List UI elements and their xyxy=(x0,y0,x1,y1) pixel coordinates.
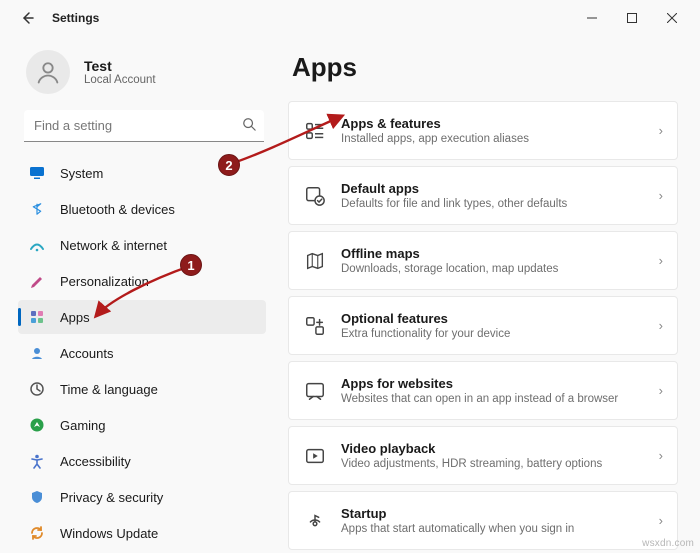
window-title: Settings xyxy=(52,11,99,25)
sidebar-item-label: Accounts xyxy=(60,346,113,361)
sidebar-item-label: Apps xyxy=(60,310,90,325)
sidebar-item-label: Windows Update xyxy=(60,526,158,541)
sidebar: Test Local Account System Bluetooth & de… xyxy=(0,36,282,553)
sidebar-item-label: Personalization xyxy=(60,274,149,289)
network-icon xyxy=(28,236,46,254)
minimize-icon xyxy=(587,13,597,23)
card-subtitle: Apps that start automatically when you s… xyxy=(341,523,645,535)
user-texts: Test Local Account xyxy=(84,58,156,86)
card-apps-for-websites[interactable]: Apps for websites Websites that can open… xyxy=(288,361,678,420)
card-title: Apps & features xyxy=(341,116,645,131)
close-button[interactable] xyxy=(652,4,692,32)
apps-websites-icon xyxy=(303,379,327,403)
window-controls xyxy=(572,4,692,32)
chevron-right-icon: › xyxy=(659,123,663,138)
chevron-right-icon: › xyxy=(659,253,663,268)
card-title: Startup xyxy=(341,506,645,521)
minimize-button[interactable] xyxy=(572,4,612,32)
sidebar-item-label: Privacy & security xyxy=(60,490,163,505)
settings-window: Settings Test Local Account xyxy=(0,0,700,553)
chevron-right-icon: › xyxy=(659,513,663,528)
search-input[interactable] xyxy=(24,110,264,142)
card-optional-features[interactable]: Optional features Extra functionality fo… xyxy=(288,296,678,355)
time-language-icon xyxy=(28,380,46,398)
back-arrow-icon xyxy=(20,10,36,26)
sidebar-item-accounts[interactable]: Accounts xyxy=(18,336,266,370)
bluetooth-icon xyxy=(28,200,46,218)
card-title: Offline maps xyxy=(341,246,645,261)
person-icon xyxy=(34,58,62,86)
startup-icon xyxy=(303,509,327,533)
card-title: Apps for websites xyxy=(341,376,645,391)
offline-maps-icon xyxy=(303,249,327,273)
maximize-button[interactable] xyxy=(612,4,652,32)
windows-update-icon xyxy=(28,524,46,542)
video-playback-icon xyxy=(303,444,327,468)
card-subtitle: Websites that can open in an app instead… xyxy=(341,393,645,405)
sidebar-item-windows-update[interactable]: Windows Update xyxy=(18,516,266,550)
back-button[interactable] xyxy=(14,4,42,32)
chevron-right-icon: › xyxy=(659,188,663,203)
sidebar-item-label: Gaming xyxy=(60,418,106,433)
main-panel: Apps Apps & features Installed apps, app… xyxy=(282,36,700,553)
card-subtitle: Defaults for file and link types, other … xyxy=(341,198,645,210)
card-subtitle: Installed apps, app execution aliases xyxy=(341,133,645,145)
card-subtitle: Video adjustments, HDR streaming, batter… xyxy=(341,458,645,470)
system-icon xyxy=(28,164,46,182)
titlebar: Settings xyxy=(0,0,700,36)
sidebar-item-label: Bluetooth & devices xyxy=(60,202,175,217)
chevron-right-icon: › xyxy=(659,448,663,463)
sidebar-item-apps[interactable]: Apps xyxy=(18,300,266,334)
annotation-badge-1: 1 xyxy=(180,254,202,276)
optional-features-icon xyxy=(303,314,327,338)
card-subtitle: Extra functionality for your device xyxy=(341,328,645,340)
default-apps-icon xyxy=(303,184,327,208)
sidebar-item-label: Accessibility xyxy=(60,454,131,469)
nav-list: System Bluetooth & devices Network & int… xyxy=(18,156,270,550)
privacy-icon xyxy=(28,488,46,506)
gaming-icon xyxy=(28,416,46,434)
card-title: Video playback xyxy=(341,441,645,456)
user-subtitle: Local Account xyxy=(84,74,156,86)
card-startup[interactable]: Startup Apps that start automatically wh… xyxy=(288,491,678,550)
close-icon xyxy=(667,13,677,23)
sidebar-item-label: Network & internet xyxy=(60,238,167,253)
search-icon xyxy=(242,117,256,134)
personalization-icon xyxy=(28,272,46,290)
sidebar-item-label: System xyxy=(60,166,103,181)
card-title: Optional features xyxy=(341,311,645,326)
chevron-right-icon: › xyxy=(659,383,663,398)
watermark: wsxdn.com xyxy=(642,538,694,549)
card-title: Default apps xyxy=(341,181,645,196)
card-default-apps[interactable]: Default apps Defaults for file and link … xyxy=(288,166,678,225)
user-name: Test xyxy=(84,58,156,74)
card-subtitle: Downloads, storage location, map updates xyxy=(341,263,645,275)
card-video-playback[interactable]: Video playback Video adjustments, HDR st… xyxy=(288,426,678,485)
avatar xyxy=(26,50,70,94)
sidebar-item-network[interactable]: Network & internet xyxy=(18,228,266,262)
sidebar-item-accessibility[interactable]: Accessibility xyxy=(18,444,266,478)
sidebar-item-privacy[interactable]: Privacy & security xyxy=(18,480,266,514)
sidebar-item-personalization[interactable]: Personalization xyxy=(18,264,266,298)
card-offline-maps[interactable]: Offline maps Downloads, storage location… xyxy=(288,231,678,290)
apps-features-icon xyxy=(303,119,327,143)
accessibility-icon xyxy=(28,452,46,470)
chevron-right-icon: › xyxy=(659,318,663,333)
page-title: Apps xyxy=(292,52,680,83)
user-profile[interactable]: Test Local Account xyxy=(18,42,270,110)
sidebar-item-time-language[interactable]: Time & language xyxy=(18,372,266,406)
accounts-icon xyxy=(28,344,46,362)
search-field[interactable] xyxy=(24,110,264,142)
settings-cards: Apps & features Installed apps, app exec… xyxy=(288,101,678,550)
annotation-badge-2: 2 xyxy=(218,154,240,176)
maximize-icon xyxy=(627,13,637,23)
apps-icon xyxy=(28,308,46,326)
sidebar-item-gaming[interactable]: Gaming xyxy=(18,408,266,442)
sidebar-item-bluetooth[interactable]: Bluetooth & devices xyxy=(18,192,266,226)
sidebar-item-label: Time & language xyxy=(60,382,158,397)
card-apps-features[interactable]: Apps & features Installed apps, app exec… xyxy=(288,101,678,160)
